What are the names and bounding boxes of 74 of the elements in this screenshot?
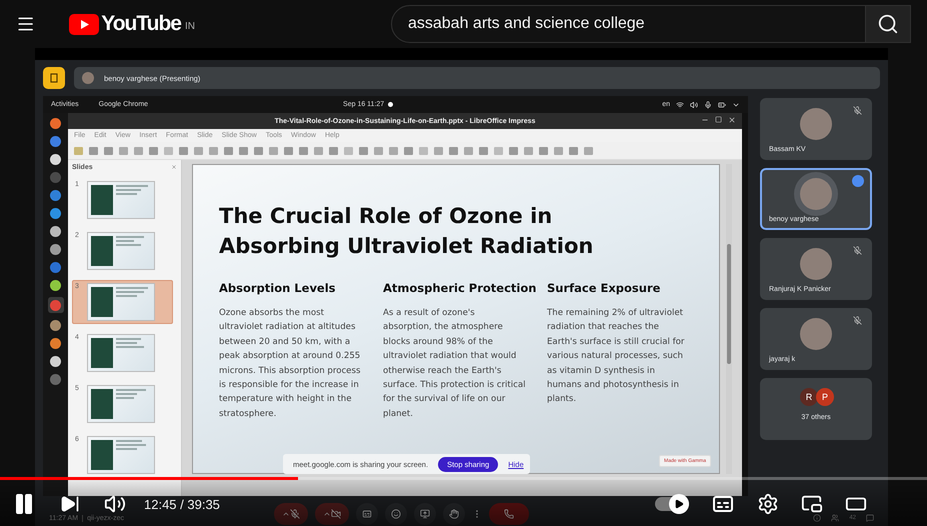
end-call-button[interactable]	[489, 503, 530, 525]
volume-icon	[690, 100, 698, 108]
dock-app-icon[interactable]	[50, 337, 62, 349]
mic-off-button[interactable]	[274, 503, 308, 525]
door-icon[interactable]	[43, 67, 65, 89]
time-display: 12:45 / 39:35	[144, 496, 220, 512]
mic-icon	[704, 100, 712, 108]
mic-off-icon	[290, 509, 300, 519]
camera-off-button[interactable]	[315, 503, 350, 525]
slide-title: The Crucial Role of Ozone in Absorbing Ultraviolet Radiation	[219, 203, 594, 260]
speaking-icon	[852, 175, 864, 187]
dock-app-icon[interactable]	[50, 243, 62, 255]
settings-icon[interactable]	[757, 493, 779, 515]
slide-thumbnail[interactable]	[87, 385, 155, 423]
next-icon[interactable]	[60, 494, 80, 514]
search-button[interactable]	[866, 5, 911, 43]
region-label: IN	[184, 21, 195, 32]
column-text: The remaining 2% of ultraviolet radiation that reaches the Earth's surface is still crucial for various natural processes, such as vitamin D synthesis in humans and photosynthesis in plants.	[547, 307, 686, 406]
search-field[interactable]: assabah arts and science college	[390, 5, 866, 43]
wifi-icon	[676, 100, 684, 108]
progress-bar[interactable]	[0, 477, 927, 480]
avatar-placeholder	[800, 178, 832, 210]
phone-icon	[504, 509, 514, 519]
avatar-placeholder	[800, 318, 832, 350]
youtube-logo[interactable]: YouTube IN	[69, 12, 195, 36]
column-heading: Absorption Levels	[219, 281, 337, 295]
info-icon[interactable]	[813, 514, 822, 522]
initial-avatar: P	[816, 388, 834, 406]
raise-hand-button[interactable]	[443, 503, 466, 525]
slide-thumbnail[interactable]	[87, 181, 155, 219]
people-icon[interactable]	[831, 514, 840, 522]
dock-app-icon[interactable]	[50, 153, 62, 165]
smile-icon	[391, 509, 402, 519]
dock-app-icon[interactable]	[50, 207, 62, 219]
search-icon	[876, 13, 899, 35]
close-icon[interactable]	[728, 116, 736, 124]
logo-text: YouTube	[101, 12, 181, 36]
volume-icon[interactable]	[104, 493, 126, 515]
camera-off-icon	[331, 509, 342, 519]
dock-app-icon[interactable]	[50, 279, 62, 291]
dot-icon	[388, 102, 394, 107]
slide-thumbnail[interactable]	[87, 283, 155, 321]
close-icon[interactable]	[171, 164, 177, 170]
column-text: As a result of ozone's absorption, the atmosphere blocks around 98% of the ultraviolet radiation that would otherwise reach the Earth's surface. This protection is critical for the survival of life on our planet.	[383, 307, 526, 421]
slide-thumbnail[interactable]	[87, 232, 155, 270]
hand-icon	[449, 509, 460, 519]
initial-avatar: R	[800, 388, 818, 406]
column-heading: Atmospheric Protection	[383, 281, 538, 295]
column-text: Ozone absorbs the most ultraviolet radiation at altitudes between 20 and 50 km, with a peak absorption at around 0.255 microns. This absorption process is responsible for the increase in temperature with height in the stratosphere.	[219, 307, 362, 421]
dock-app-icon[interactable]	[50, 225, 62, 237]
dock-app-icon[interactable]	[50, 355, 62, 367]
chat-icon[interactable]	[866, 514, 874, 522]
avatar-placeholder	[82, 72, 94, 84]
play-icon	[674, 499, 684, 509]
caret-icon	[282, 510, 290, 518]
slide-thumbnail[interactable]	[87, 334, 155, 372]
play-logo-icon	[69, 14, 100, 34]
autoplay-toggle[interactable]	[655, 497, 689, 511]
miniplayer-icon[interactable]	[801, 493, 823, 515]
dock-app-icon[interactable]	[50, 319, 62, 331]
caret-icon	[323, 510, 332, 518]
column-heading: Surface Exposure	[547, 281, 662, 295]
captions-button[interactable]	[356, 503, 378, 525]
battery-icon	[718, 100, 726, 108]
avatar-placeholder	[800, 108, 832, 140]
avatar-placeholder	[800, 248, 832, 280]
present-icon	[420, 509, 430, 519]
present-button[interactable]	[414, 503, 436, 525]
scrollbar[interactable]	[726, 164, 732, 474]
maximize-icon[interactable]	[715, 116, 722, 123]
slide-thumbnail[interactable]	[87, 436, 155, 474]
emoji-button[interactable]	[385, 503, 408, 525]
captions-icon	[362, 509, 372, 519]
dock-app-icon[interactable]	[50, 117, 62, 129]
